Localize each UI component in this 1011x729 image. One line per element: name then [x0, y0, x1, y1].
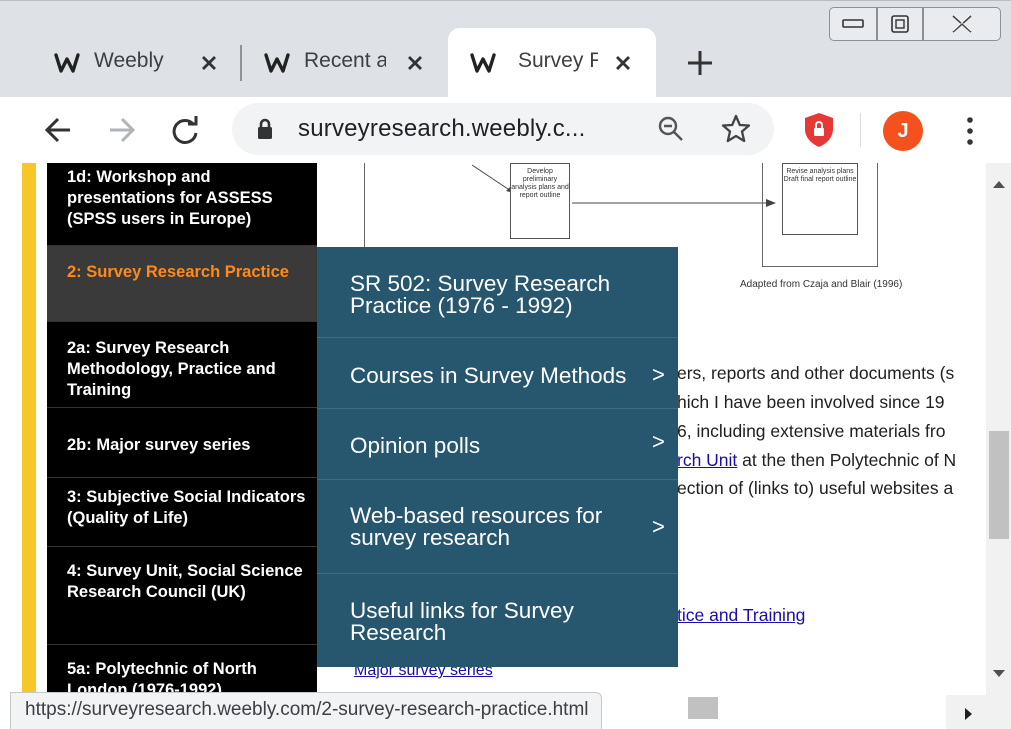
body-text-line: hich I have been involved since 19 — [677, 392, 945, 412]
menu-item-sr502[interactable]: SR 502: Survey Research Practice (1976 -… — [317, 247, 678, 338]
shield-extension-icon[interactable] — [802, 111, 836, 149]
maximize-button[interactable] — [877, 7, 923, 41]
zoom-icon[interactable] — [656, 114, 686, 144]
sidebar-nav: 1d: Workshop and presentations for ASSES… — [47, 163, 317, 729]
tab-close-icon[interactable] — [610, 50, 636, 76]
back-icon[interactable] — [40, 111, 78, 149]
chevron-right-icon: > — [652, 362, 665, 387]
forward-icon[interactable] — [102, 111, 140, 149]
tab-close-icon[interactable] — [196, 50, 222, 76]
menu-item-opinion-polls[interactable]: Opinion polls > — [317, 409, 678, 480]
diagram-caption: Adapted from Czaja and Blair (1996) — [740, 279, 903, 290]
vertical-scrollbar[interactable] — [986, 163, 1011, 695]
tab-strip: Weebly Recent a Survey F — [0, 0, 1011, 98]
menu-item-label: Opinion polls — [350, 433, 481, 458]
sidebar-item-1d[interactable]: 1d: Workshop and presentations for ASSES… — [47, 163, 317, 246]
address-bar[interactable]: surveyresearch.weebly.c... — [232, 103, 774, 155]
scroll-down-icon[interactable] — [992, 669, 1006, 679]
dropdown-menu: SR 502: Survey Research Practice (1976 -… — [317, 247, 678, 667]
weebly-icon — [54, 53, 80, 73]
menu-item-label: Useful links for Survey Research — [350, 598, 574, 645]
body-text-line: ection of (links to) useful websites a — [677, 478, 954, 498]
accent-stripe — [22, 163, 36, 729]
tab-title: Survey F — [518, 49, 598, 72]
tab-recent[interactable]: Recent a — [246, 28, 442, 98]
profile-avatar[interactable]: J — [883, 111, 923, 151]
weebly-icon — [264, 53, 290, 73]
horizontal-scrollbar[interactable] — [946, 695, 1011, 729]
minimize-button[interactable] — [829, 7, 877, 41]
url-text[interactable]: surveyresearch.weebly.c... — [298, 115, 586, 143]
menu-item-label: Web-based resources for survey research — [350, 503, 603, 550]
chevron-right-icon: > — [652, 514, 665, 539]
horizontal-scrollbar-thumb[interactable] — [688, 697, 718, 719]
browser-toolbar: surveyresearch.weebly.c... J — [0, 97, 1011, 163]
maximize-icon — [891, 15, 909, 33]
tab-weebly[interactable]: Weebly — [36, 28, 236, 98]
lock-icon[interactable] — [256, 117, 274, 141]
chevron-right-icon: > — [652, 429, 665, 454]
research-unit-link[interactable]: rch Unit — [677, 450, 737, 470]
bookmark-star-icon[interactable] — [720, 113, 752, 145]
body-text-line: 6, including extensive materials fro — [677, 421, 946, 441]
sidebar-item-2[interactable]: 2: Survey Research Practice — [47, 246, 317, 322]
menu-item-useful-links[interactable]: Useful links for Survey Research — [317, 574, 678, 667]
menu-item-web-resources[interactable]: Web-based resources for survey research … — [317, 480, 678, 574]
diagram-box: Develop preliminary analysis plans and r… — [510, 163, 570, 239]
page-viewport: Develop preliminary analysis plans and r… — [0, 163, 986, 729]
diagram-arrow — [572, 199, 776, 207]
tab-separator — [240, 45, 242, 81]
toolbar-separator — [860, 113, 861, 147]
scroll-up-icon[interactable] — [992, 179, 1006, 189]
tab-survey-research[interactable]: Survey F — [448, 28, 656, 98]
reload-icon[interactable] — [166, 111, 204, 149]
training-link[interactable]: tice and Training — [677, 605, 805, 626]
scroll-right-icon[interactable] — [964, 707, 974, 721]
window-close-button[interactable] — [923, 7, 1001, 41]
sidebar-item-4[interactable]: 4: Survey Unit, Social Science Research … — [47, 547, 317, 645]
weebly-icon — [470, 53, 496, 73]
sidebar-item-2b[interactable]: 2b: Major survey series — [47, 408, 317, 478]
menu-item-courses[interactable]: Courses in Survey Methods > — [317, 338, 678, 409]
status-bubble: https://surveyresearch.weebly.com/2-surv… — [10, 692, 602, 729]
scrollbar-thumb[interactable] — [989, 431, 1009, 539]
menu-item-label: Courses in Survey Methods — [350, 363, 627, 388]
minimize-icon — [842, 19, 864, 28]
tab-title: Recent a — [304, 49, 386, 72]
body-text-line: rch Unit at the then Polytechnic of N — [677, 450, 956, 471]
body-text-fragment: at the then Polytechnic of N — [737, 450, 957, 470]
body-text-line: ers, reports and other documents (s — [677, 363, 955, 383]
diagram-box: Revise analysis plans Draft final report… — [782, 163, 858, 235]
sidebar-item-3[interactable]: 3: Subjective Social Indicators (Quality… — [47, 478, 317, 547]
more-menu-icon[interactable] — [960, 115, 980, 147]
tab-title: Weebly — [94, 49, 164, 72]
sidebar-item-2a[interactable]: 2a: Survey Research Methodology, Practic… — [47, 322, 317, 408]
tab-close-icon[interactable] — [402, 50, 428, 76]
new-tab-icon[interactable] — [684, 47, 716, 79]
close-icon — [952, 15, 972, 33]
